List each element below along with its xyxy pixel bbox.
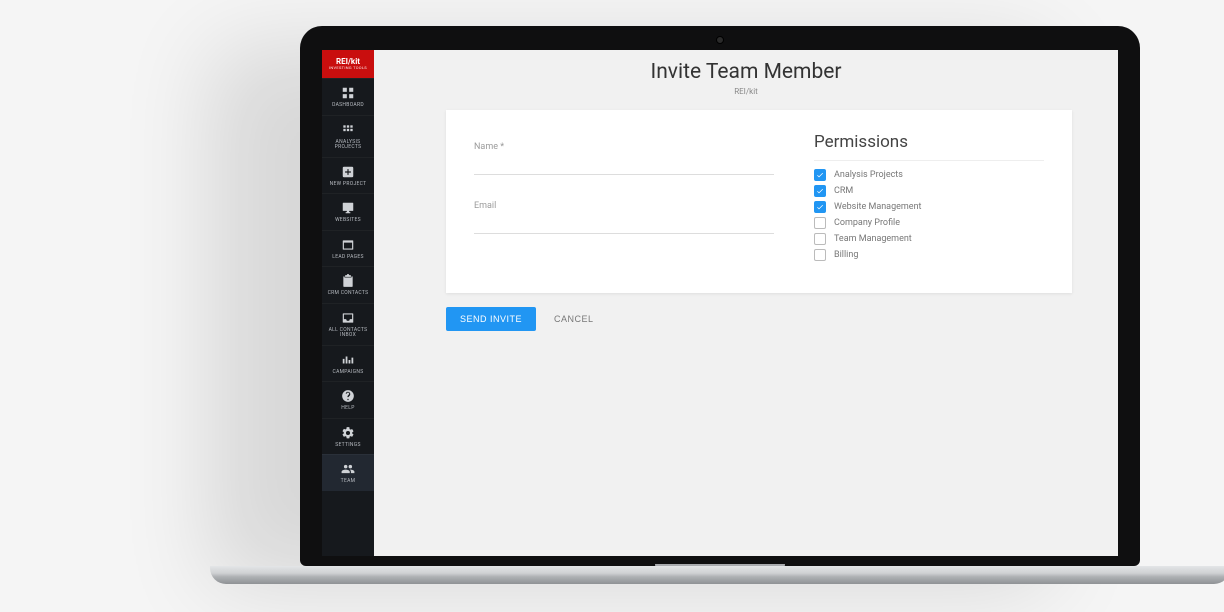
invite-card: Name * Email Permissions	[446, 110, 1072, 293]
sidebar-item-label: HELP	[341, 406, 354, 412]
laptop-bezel: REI/kit INVESTING TOOLS DASHBOARD ANALYS…	[300, 26, 1140, 566]
checkbox-icon[interactable]	[814, 217, 826, 229]
checkbox-icon[interactable]	[814, 169, 826, 181]
name-label: Name *	[474, 142, 774, 152]
permission-crm[interactable]: CRM	[814, 185, 1044, 197]
page-title: Invite Team Member	[374, 60, 1118, 84]
sidebar-item-help[interactable]: HELP	[322, 381, 374, 418]
clipboard-icon	[341, 274, 355, 288]
cancel-button[interactable]: CANCEL	[554, 314, 594, 324]
permission-billing[interactable]: Billing	[814, 249, 1044, 261]
laptop-base	[210, 566, 1224, 584]
brand-logo[interactable]: REI/kit INVESTING TOOLS	[322, 50, 374, 78]
permission-label: Company Profile	[834, 218, 900, 228]
permission-label: CRM	[834, 186, 853, 196]
email-label: Email	[474, 201, 774, 211]
sidebar-item-label: CRM CONTACTS	[328, 291, 369, 297]
app-screen: REI/kit INVESTING TOOLS DASHBOARD ANALYS…	[322, 50, 1118, 556]
name-input[interactable]	[474, 156, 774, 175]
sidebar-item-all-contacts-inbox[interactable]: ALL CONTACTS INBOX	[322, 303, 374, 345]
sidebar-item-label: SETTINGS	[335, 443, 361, 449]
sidebar-item-label: WEBSITES	[335, 218, 361, 224]
email-field-group: Email	[474, 201, 774, 234]
sidebar-item-dashboard[interactable]: DASHBOARD	[322, 78, 374, 115]
sidebar-item-label: ANALYSIS PROJECTS	[324, 140, 372, 151]
permission-label: Billing	[834, 250, 858, 260]
sidebar-item-label: CAMPAIGNS	[333, 370, 364, 376]
apps-icon	[341, 123, 355, 137]
form-column: Name * Email	[474, 132, 774, 265]
checkbox-icon[interactable]	[814, 249, 826, 261]
permission-team-management[interactable]: Team Management	[814, 233, 1044, 245]
gear-icon	[341, 426, 355, 440]
action-row: SEND INVITE CANCEL	[446, 307, 1072, 331]
laptop-mockup: REI/kit INVESTING TOOLS DASHBOARD ANALYS…	[300, 26, 1140, 582]
help-icon	[341, 389, 355, 403]
sidebar-item-label: TEAM	[341, 479, 356, 485]
permission-label: Analysis Projects	[834, 170, 903, 180]
send-invite-button[interactable]: SEND INVITE	[446, 307, 536, 331]
divider	[814, 160, 1044, 161]
permissions-title: Permissions	[814, 132, 1044, 152]
sidebar: REI/kit INVESTING TOOLS DASHBOARD ANALYS…	[322, 50, 374, 556]
checkbox-icon[interactable]	[814, 185, 826, 197]
permission-label: Website Management	[834, 202, 921, 212]
main-content: Invite Team Member REI/kit Name * Email	[374, 50, 1118, 556]
sidebar-item-crm-contacts[interactable]: CRM CONTACTS	[322, 266, 374, 303]
checkbox-icon[interactable]	[814, 201, 826, 213]
sidebar-item-label: LEAD PAGES	[332, 255, 364, 261]
checkbox-icon[interactable]	[814, 233, 826, 245]
page-subtitle: REI/kit	[374, 87, 1118, 96]
sidebar-item-lead-pages[interactable]: LEAD PAGES	[322, 230, 374, 267]
monitor-icon	[341, 201, 355, 215]
permission-company-profile[interactable]: Company Profile	[814, 217, 1044, 229]
grid-icon	[341, 86, 355, 100]
sidebar-item-new-project[interactable]: NEW PROJECT	[322, 157, 374, 194]
permission-analysis-projects[interactable]: Analysis Projects	[814, 169, 1044, 181]
sidebar-item-campaigns[interactable]: CAMPAIGNS	[322, 345, 374, 382]
permissions-column: Permissions Analysis Projects CRM	[814, 132, 1044, 265]
sidebar-item-label: NEW PROJECT	[330, 182, 367, 188]
permission-label: Team Management	[834, 234, 912, 244]
permission-website-management[interactable]: Website Management	[814, 201, 1044, 213]
plus-box-icon	[341, 165, 355, 179]
sidebar-item-websites[interactable]: WEBSITES	[322, 193, 374, 230]
sidebar-item-team[interactable]: TEAM	[322, 454, 374, 491]
window-icon	[341, 238, 355, 252]
name-field-group: Name *	[474, 142, 774, 175]
campaign-icon	[341, 353, 355, 367]
page-header: Invite Team Member REI/kit	[374, 50, 1118, 104]
brand-tagline: INVESTING TOOLS	[329, 66, 367, 70]
sidebar-item-label: DASHBOARD	[332, 103, 364, 109]
team-icon	[341, 462, 355, 476]
sidebar-item-label: ALL CONTACTS INBOX	[324, 328, 372, 339]
inbox-icon	[341, 311, 355, 325]
laptop-camera	[716, 36, 724, 44]
sidebar-item-analysis-projects[interactable]: ANALYSIS PROJECTS	[322, 115, 374, 157]
email-input[interactable]	[474, 215, 774, 234]
sidebar-item-settings[interactable]: SETTINGS	[322, 418, 374, 455]
